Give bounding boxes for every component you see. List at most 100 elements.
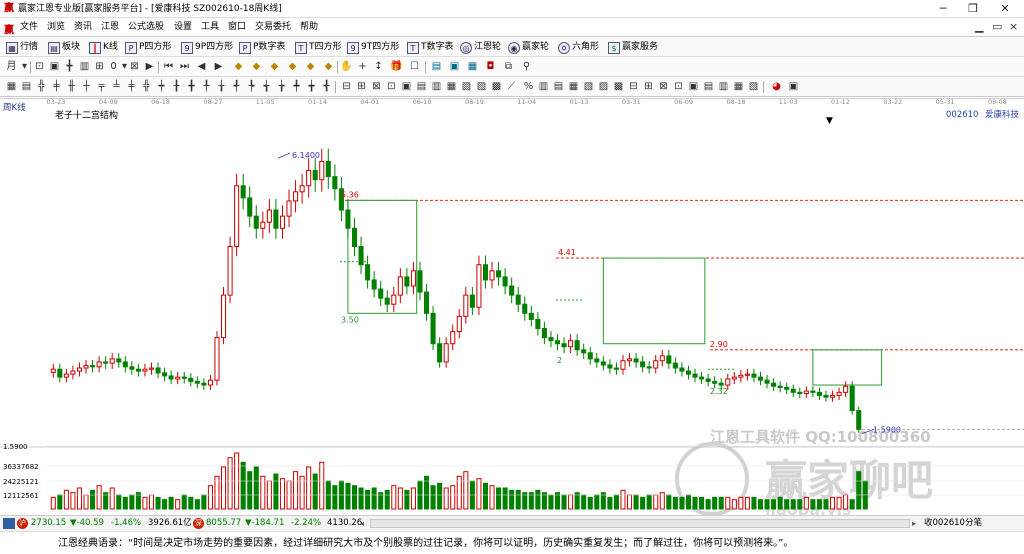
- scroll-left-icon[interactable]: ◂: [360, 519, 368, 528]
- chart-tool-icon[interactable]: ▨: [475, 80, 488, 93]
- chart-tool-icon[interactable]: ╬: [35, 80, 48, 93]
- toolbar-p-table-button[interactable]: P P数字表: [239, 40, 285, 54]
- toolbar-quotes-button[interactable]: ▦ 行情: [6, 40, 38, 54]
- chart-tool-icon[interactable]: ▦: [445, 80, 458, 93]
- toolbar-t-square-button[interactable]: T T四方形: [295, 40, 342, 54]
- chart-tool-icon[interactable]: ⊟: [627, 80, 640, 93]
- chart-tool-icon[interactable]: ⊡: [385, 80, 398, 93]
- crosshair-icon[interactable]: +: [356, 60, 369, 73]
- chart-tool-icon[interactable]: ╆: [275, 80, 288, 93]
- menu-info[interactable]: 资讯: [74, 21, 92, 33]
- draw-tool-icon[interactable]: ▣: [48, 60, 61, 73]
- chart-tool-icon[interactable]: ▧: [582, 80, 595, 93]
- diamond-icon[interactable]: ◆: [232, 60, 245, 73]
- chart-tool-icon[interactable]: ╋: [185, 80, 198, 93]
- chart-tool-icon[interactable]: ⊞: [355, 80, 368, 93]
- chart-tool-icon[interactable]: ╪: [125, 80, 138, 93]
- menu-trade[interactable]: 交易委托: [255, 21, 291, 33]
- save-icon[interactable]: ▣: [448, 60, 461, 73]
- chart-tool-icon[interactable]: ╈: [305, 80, 318, 93]
- layout-icon[interactable]: ⧉: [502, 60, 515, 73]
- toolbar-service-button[interactable]: $ 赢家服务: [608, 40, 658, 54]
- mdi-close-icon[interactable]: ×: [1009, 20, 1018, 34]
- chart-tool-icon[interactable]: ⟋: [505, 80, 518, 93]
- toolbar-t-table-button[interactable]: T T数字表: [407, 40, 454, 54]
- chart-tool-icon[interactable]: ┼: [80, 80, 93, 93]
- next-icon[interactable]: ▶: [212, 60, 225, 73]
- chart-tool-icon[interactable]: ╪: [50, 80, 63, 93]
- chart-tool-icon[interactable]: ⊟: [340, 80, 353, 93]
- chart-tool-icon[interactable]: ╫: [65, 80, 78, 93]
- chart-tool-icon[interactable]: ▣: [687, 80, 700, 93]
- prev-icon[interactable]: ◀: [195, 60, 208, 73]
- menu-gann[interactable]: 江恩: [101, 21, 119, 33]
- chart-tool-icon[interactable]: ⊠: [657, 80, 670, 93]
- chart-tool-icon[interactable]: ╤: [95, 80, 108, 93]
- menu-tools[interactable]: 工具: [201, 21, 219, 33]
- gift-icon[interactable]: 🎁: [390, 60, 403, 73]
- draw-tool-icon[interactable]: ▥: [78, 60, 91, 73]
- chart-tool-icon[interactable]: ╇: [290, 80, 303, 93]
- chart-tool-icon[interactable]: ╧: [110, 80, 123, 93]
- chart-tool-icon[interactable]: ╀: [200, 80, 213, 93]
- first-icon[interactable]: ⏮: [162, 60, 175, 73]
- mdi-restore-icon[interactable]: ▭: [992, 20, 1002, 34]
- draw-tool-icon[interactable]: ⊠: [128, 60, 141, 73]
- chart-tool-icon[interactable]: ▥: [537, 80, 550, 93]
- index-sh-icon[interactable]: 沪: [17, 518, 28, 529]
- zoom-icon[interactable]: ↕: [372, 60, 385, 73]
- index-grid-icon[interactable]: [3, 518, 15, 529]
- chart-tool-icon[interactable]: ▤: [20, 80, 33, 93]
- diamond-icon[interactable]: ◆: [250, 60, 263, 73]
- chart-tool-icon[interactable]: ┿: [155, 80, 168, 93]
- period-icon[interactable]: 月: [5, 60, 18, 73]
- menu-help[interactable]: 帮助: [300, 21, 318, 33]
- menu-window[interactable]: 窗口: [228, 21, 246, 33]
- chart-tool-icon[interactable]: ▦: [5, 80, 18, 93]
- restore-icon[interactable]: ❐: [958, 0, 988, 18]
- chart-tool-icon[interactable]: ╁: [215, 80, 228, 93]
- color-wheel-icon[interactable]: ◕: [770, 80, 783, 93]
- toolbar-9p-square-button[interactable]: 9 9P四方形: [181, 40, 233, 54]
- calendar-icon[interactable]: ▤: [430, 60, 443, 73]
- draw-tool-icon[interactable]: ⊡: [33, 60, 46, 73]
- menu-browse[interactable]: 浏览: [47, 21, 65, 33]
- menu-settings[interactable]: 设置: [174, 21, 192, 33]
- chart-tool-icon[interactable]: ▦: [567, 80, 580, 93]
- chart-tool-icon[interactable]: ▤: [552, 80, 565, 93]
- minimize-icon[interactable]: ─: [928, 0, 958, 18]
- link-icon[interactable]: ⚲: [520, 60, 533, 73]
- print-icon[interactable]: ▦: [466, 60, 479, 73]
- chart-tool-icon[interactable]: ▨: [597, 80, 610, 93]
- last-icon[interactable]: ⏭: [178, 60, 191, 73]
- chart-tool-icon[interactable]: ▦: [732, 80, 745, 93]
- toolbar-gann-wheel-button[interactable]: ◎ 江恩轮: [460, 40, 501, 54]
- chart-tool-icon[interactable]: ▣: [400, 80, 413, 93]
- toolbar-hexagon-button[interactable]: ✡ 六角形: [558, 40, 599, 54]
- kline-chart-svg[interactable]: 03-23 04-09 06-18 08-27 11-05 01-14 04-01 06-10…: [0, 97, 1024, 519]
- toolbar-sectors-button[interactable]: ▤ 板块: [48, 40, 80, 54]
- toolbar-9t-square-button[interactable]: 9 9T四方形: [347, 40, 399, 54]
- chart-tool-icon[interactable]: ╅: [260, 80, 273, 93]
- chart-tool-icon[interactable]: ▥: [430, 80, 443, 93]
- toolbar-p-square-button[interactable]: P P四方形: [125, 40, 171, 54]
- chart-tool-icon[interactable]: ▧: [747, 80, 760, 93]
- chart-tool-icon[interactable]: ⊡: [672, 80, 685, 93]
- draw-tool-icon[interactable]: ☐: [408, 60, 421, 73]
- chart-tool-icon[interactable]: ⊠: [370, 80, 383, 93]
- chart-tool-icon[interactable]: ╄: [245, 80, 258, 93]
- toolbar-kline-button[interactable]: ┃ K线: [89, 40, 118, 54]
- chart-tool-icon[interactable]: ╬: [140, 80, 153, 93]
- draw-tool-icon[interactable]: ⊞: [93, 60, 106, 73]
- draw-tool-icon[interactable]: ╋: [63, 60, 76, 73]
- chart-tool-icon[interactable]: ╉: [320, 80, 333, 93]
- chart-tool-icon[interactable]: ▤: [415, 80, 428, 93]
- tick-detail-label[interactable]: 收002610分笔: [924, 516, 982, 531]
- chart-tool-icon[interactable]: ▥: [717, 80, 730, 93]
- menu-formula[interactable]: 公式选股: [128, 21, 164, 33]
- chart-tool-icon[interactable]: ▤: [702, 80, 715, 93]
- chart-tool-icon[interactable]: ╂: [170, 80, 183, 93]
- horizontal-scrollbar[interactable]: [370, 519, 910, 528]
- flag-icon[interactable]: ▶: [143, 60, 156, 73]
- mdi-minimize-icon[interactable]: ▁: [975, 20, 983, 34]
